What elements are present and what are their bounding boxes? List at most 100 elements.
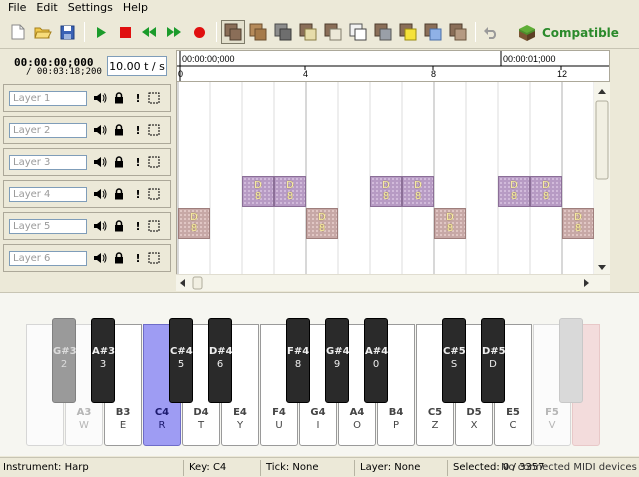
select-box-icon[interactable] <box>147 251 161 265</box>
volume-icon[interactable] <box>93 123 107 137</box>
layer-row[interactable]: Layer 2! <box>3 116 171 144</box>
lock-icon[interactable] <box>112 123 126 137</box>
layer-row[interactable]: Layer 3! <box>3 148 171 176</box>
menu-edit[interactable]: Edit <box>31 0 62 16</box>
compatible-indicator: Compatible <box>518 22 619 44</box>
instrument-guitar-button[interactable] <box>346 20 370 44</box>
piano-black-key[interactable]: F#4 8 <box>286 318 310 403</box>
total-time: / 00:03:18;200 <box>26 67 102 77</box>
note-block[interactable]: D8 <box>530 176 562 207</box>
play-icon[interactable] <box>90 21 112 43</box>
exclamation-icon[interactable]: ! <box>131 123 145 137</box>
key-note-label: E4 <box>233 407 247 418</box>
stop-icon[interactable] <box>114 21 136 43</box>
instrument-bell-button[interactable] <box>396 20 420 44</box>
lock-icon[interactable] <box>112 219 126 233</box>
lock-icon[interactable] <box>112 251 126 265</box>
layer-row[interactable]: Layer 4! <box>3 180 171 208</box>
note-instrument: 8 <box>574 223 582 234</box>
volume-icon[interactable] <box>93 251 107 265</box>
note-block[interactable]: D8 <box>178 208 210 239</box>
exclamation-icon[interactable]: ! <box>131 251 145 265</box>
piano-black-key[interactable]: G#3 2 <box>52 318 77 403</box>
select-box-icon[interactable] <box>147 219 161 233</box>
instrument-snare-drum-button[interactable] <box>296 20 320 44</box>
timeline-ruler[interactable]: 00:00:00;000 00:00:01;000 0 4 8 12 <box>176 50 610 82</box>
key-bind-label: U <box>275 420 283 431</box>
instrument-bass-drum-button[interactable] <box>271 20 295 44</box>
volume-icon[interactable] <box>93 155 107 169</box>
layer-row[interactable]: Layer 6! <box>3 244 171 272</box>
note-block[interactable]: D8 <box>274 176 306 207</box>
note-key: D <box>382 180 390 191</box>
exclamation-icon[interactable]: ! <box>131 91 145 105</box>
horizontal-scrollbar[interactable] <box>176 274 610 291</box>
piano-black-key[interactable]: C#4 5 <box>169 318 193 403</box>
note-block[interactable]: D8 <box>370 176 402 207</box>
piano-black-key[interactable]: D#5 D <box>481 318 506 403</box>
note-block[interactable]: D8 <box>434 208 466 239</box>
layer-row[interactable]: Layer 5! <box>3 212 171 240</box>
rewind-icon[interactable] <box>138 21 160 43</box>
instrument-double-bass-button[interactable] <box>246 20 270 44</box>
exclamation-icon[interactable]: ! <box>131 187 145 201</box>
key-note-label: F4 <box>272 407 286 418</box>
key-note-label: D4 <box>193 407 209 418</box>
save-icon[interactable] <box>56 21 78 43</box>
lock-icon[interactable] <box>112 187 126 201</box>
layer-name-input[interactable]: Layer 1 <box>9 91 87 106</box>
tempo-field[interactable]: 10.00 t / s <box>107 56 167 76</box>
exclamation-icon[interactable]: ! <box>131 219 145 233</box>
vertical-scrollbar[interactable] <box>594 82 610 274</box>
layer-name-input[interactable]: Layer 3 <box>9 155 87 170</box>
note-block[interactable]: D8 <box>306 208 338 239</box>
note-block[interactable]: D8 <box>402 176 434 207</box>
menu-help[interactable]: Help <box>118 0 153 16</box>
piano-black-key[interactable]: C#5 S <box>442 318 466 403</box>
note-instrument: 8 <box>446 223 454 234</box>
select-box-icon[interactable] <box>147 155 161 169</box>
volume-icon[interactable] <box>93 91 107 105</box>
piano-black-key[interactable]: A#3 3 <box>91 318 115 403</box>
open-folder-icon[interactable] <box>32 21 54 43</box>
piano-black-key[interactable]: G#4 9 <box>325 318 350 403</box>
undo-icon[interactable] <box>480 21 502 43</box>
layer-row[interactable]: Layer 1! <box>3 84 171 112</box>
menu-settings[interactable]: Settings <box>63 0 118 16</box>
note-block[interactable]: D8 <box>562 208 594 239</box>
key-bind-label: R <box>158 420 166 431</box>
piano-black-key[interactable]: D#4 6 <box>208 318 233 403</box>
instrument-xylophone-button[interactable] <box>446 20 470 44</box>
timeline-time-0: 00:00:00;000 <box>182 54 235 64</box>
fast-forward-icon[interactable] <box>163 21 185 43</box>
layer-name-input[interactable]: Layer 2 <box>9 123 87 138</box>
piano-black-key[interactable]: A#4 0 <box>364 318 388 403</box>
menu-file[interactable]: File <box>3 0 31 16</box>
layer-name-input[interactable]: Layer 6 <box>9 251 87 266</box>
select-box-icon[interactable] <box>147 123 161 137</box>
instrument-harp-button[interactable] <box>221 20 245 44</box>
volume-icon[interactable] <box>93 187 107 201</box>
key-note-label: D#5 <box>482 346 506 357</box>
instrument-flute-button[interactable] <box>371 20 395 44</box>
new-file-icon[interactable] <box>7 21 29 43</box>
record-icon[interactable] <box>188 21 210 43</box>
layer-name-input[interactable]: Layer 4 <box>9 187 87 202</box>
piano-black-key[interactable] <box>559 318 583 403</box>
select-box-icon[interactable] <box>147 91 161 105</box>
key-bind-label: C <box>509 420 517 431</box>
exclamation-icon[interactable]: ! <box>131 155 145 169</box>
select-box-icon[interactable] <box>147 187 161 201</box>
volume-icon[interactable] <box>93 219 107 233</box>
lock-icon[interactable] <box>112 91 126 105</box>
layer-name-input[interactable]: Layer 5 <box>9 219 87 234</box>
key-note-label: A#4 <box>365 346 389 357</box>
note-block[interactable]: D8 <box>498 176 530 207</box>
lock-icon[interactable] <box>112 155 126 169</box>
note-grid[interactable]: D8D8D8D8D8D8D8D8D8D8 <box>176 82 594 274</box>
note-key: D <box>190 212 198 223</box>
note-block[interactable]: D8 <box>242 176 274 207</box>
instrument-chime-button[interactable] <box>421 20 445 44</box>
grass-block-icon <box>519 25 535 41</box>
instrument-click-button[interactable] <box>321 20 345 44</box>
